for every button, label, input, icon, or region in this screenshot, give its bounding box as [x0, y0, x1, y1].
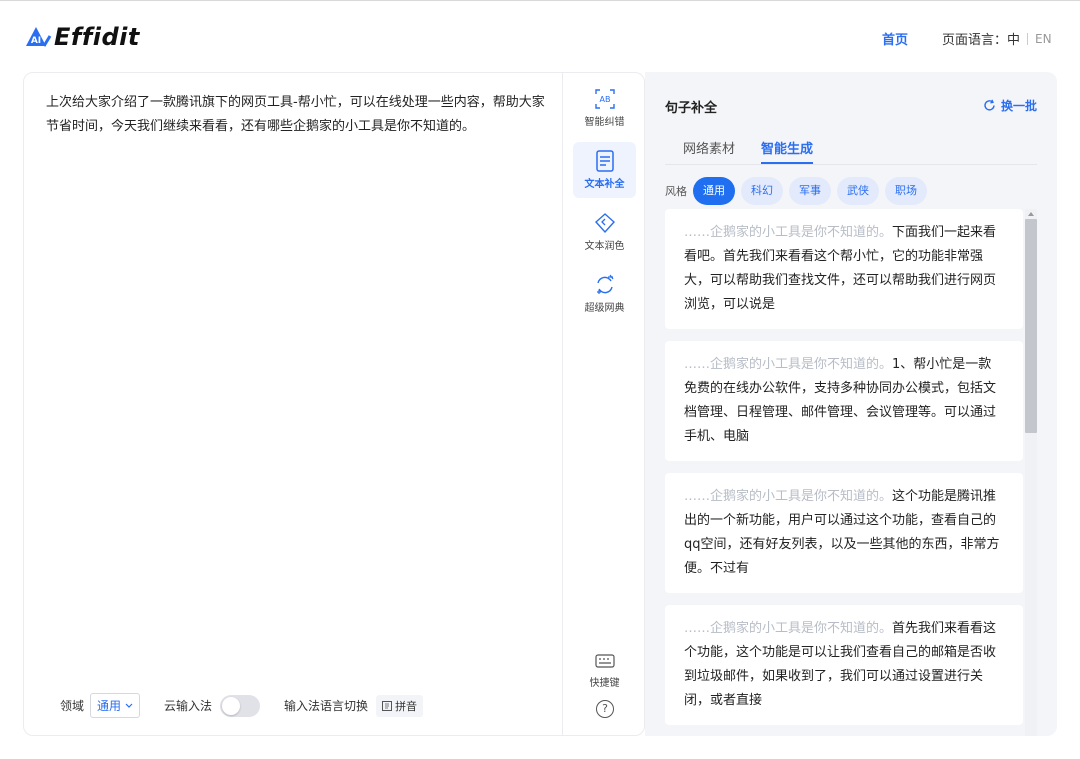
- tool-label: 超级网典: [584, 303, 625, 314]
- tool-label: 文本润色: [584, 241, 625, 252]
- domain-value: 通用: [97, 699, 122, 713]
- suggestion-card[interactable]: ……企鹅家的小工具是你不知道的。下面我们一起来看看吧。首先我们来看看这个帮小忙，…: [665, 209, 1023, 329]
- logo-badge-text: AI: [31, 36, 41, 46]
- toggle-knob: [222, 696, 241, 715]
- swap-icon: [596, 274, 613, 294]
- chevron-down-icon: [125, 703, 133, 708]
- polish-diamond-icon: [594, 213, 615, 234]
- style-chip-workplace[interactable]: 职场: [885, 177, 927, 205]
- suggestion-prefix: ……企鹅家的小工具是你不知道的。: [684, 225, 893, 240]
- domain-label: 领域: [60, 699, 85, 713]
- document-icon: [595, 150, 614, 172]
- suggestion-card[interactable]: ……企鹅家的小工具是你不知道的。1、帮小忙是一款免费的在线办公软件，支持多种协同…: [665, 341, 1023, 461]
- pinyin-icon: [382, 700, 393, 711]
- effidit-logo[interactable]: AI Effidit: [22, 23, 140, 51]
- tool-label: 文本补全: [584, 179, 625, 190]
- svg-text:AB: AB: [599, 95, 610, 104]
- logo-text: Effidit: [54, 23, 140, 51]
- help-icon[interactable]: ?: [596, 700, 614, 718]
- refresh-button[interactable]: 换一批: [983, 97, 1037, 114]
- cloud-input-label: 云输入法: [164, 699, 213, 713]
- source-tabs: 网络素材 智能生成: [665, 138, 1037, 165]
- ai-logo-icon: AI: [22, 24, 52, 50]
- style-label: 风格: [665, 185, 687, 198]
- domain-select[interactable]: 通用: [90, 693, 141, 718]
- suggestion-prefix: ……企鹅家的小工具是你不知道的。: [684, 357, 893, 372]
- suggestion-card[interactable]: ……企鹅家的小工具是你不知道的。这个功能是腾讯推出的一个新功能，用户可以通过这个…: [665, 473, 1023, 593]
- scroll-up-icon[interactable]: [1028, 212, 1034, 216]
- lang-divider: [1027, 32, 1029, 45]
- scrollbar-thumb[interactable]: [1025, 219, 1037, 433]
- tool-smart-correction[interactable]: AB 智能纠错: [573, 80, 636, 136]
- suggestion-prefix: ……企鹅家的小工具是你不知道的。: [684, 621, 893, 636]
- style-filter: 风格 通用 科幻 军事 武侠 职场: [665, 177, 927, 205]
- editor-card: 上次给大家介绍了一款腾讯旗下的网页工具-帮小忙，可以在线处理一些内容，帮助大家节…: [23, 72, 645, 736]
- tab-smart-generate[interactable]: 智能生成: [761, 138, 814, 164]
- suggestion-prefix: ……企鹅家的小工具是你不知道的。: [684, 489, 893, 504]
- style-chip-scifi[interactable]: 科幻: [741, 177, 783, 205]
- tool-sidebar: AB 智能纠错 文本补全 文本润色 超级网典 快捷键 ?: [562, 72, 645, 736]
- pinyin-label: 拼音: [395, 699, 418, 713]
- tool-super-dictionary[interactable]: 超级网典: [573, 266, 636, 322]
- tool-text-polish[interactable]: 文本润色: [573, 204, 636, 260]
- completion-panel: 句子补全 换一批 网络素材 智能生成 风格 通用 科幻 军事 武侠 职场 ……企…: [645, 72, 1057, 736]
- style-chip-wuxia[interactable]: 武侠: [837, 177, 879, 205]
- lang-zh[interactable]: 页面语言：中: [942, 29, 1020, 48]
- shortcut-label: 快捷键: [589, 678, 620, 689]
- editor-footer: 领域 通用 云输入法 输入法语言切换 拼音: [60, 693, 424, 718]
- suggestion-card[interactable]: ……企鹅家的小工具是你不知道的。首先我们来看看这个功能，这个功能是可以让我们查看…: [665, 605, 1023, 725]
- nav-home-link[interactable]: 首页: [882, 29, 908, 48]
- ab-correction-icon: AB: [594, 89, 615, 109]
- page-language-switch: 页面语言：中 EN: [942, 29, 1052, 49]
- input-lang-switch-label: 输入法语言切换: [284, 699, 369, 713]
- tool-label: 智能纠错: [584, 117, 625, 128]
- refresh-label: 换一批: [1000, 99, 1037, 113]
- tab-web-material[interactable]: 网络素材: [683, 138, 735, 164]
- cloud-input-toggle[interactable]: [220, 694, 261, 717]
- style-chip-general[interactable]: 通用: [693, 177, 735, 205]
- editor-textarea[interactable]: 上次给大家介绍了一款腾讯旗下的网页工具-帮小忙，可以在线处理一些内容，帮助大家节…: [46, 91, 546, 139]
- panel-title: 句子补全: [665, 101, 718, 116]
- pinyin-button[interactable]: 拼音: [376, 694, 424, 717]
- shortcut-button[interactable]: 快捷键: [573, 654, 636, 689]
- keyboard-icon: [594, 654, 615, 668]
- header: AI Effidit 首页 页面语言：中 EN: [0, 1, 1080, 71]
- style-chip-military[interactable]: 军事: [789, 177, 831, 205]
- tool-text-completion[interactable]: 文本补全: [573, 142, 636, 198]
- lang-en[interactable]: EN: [1035, 32, 1052, 46]
- refresh-icon: [984, 99, 995, 111]
